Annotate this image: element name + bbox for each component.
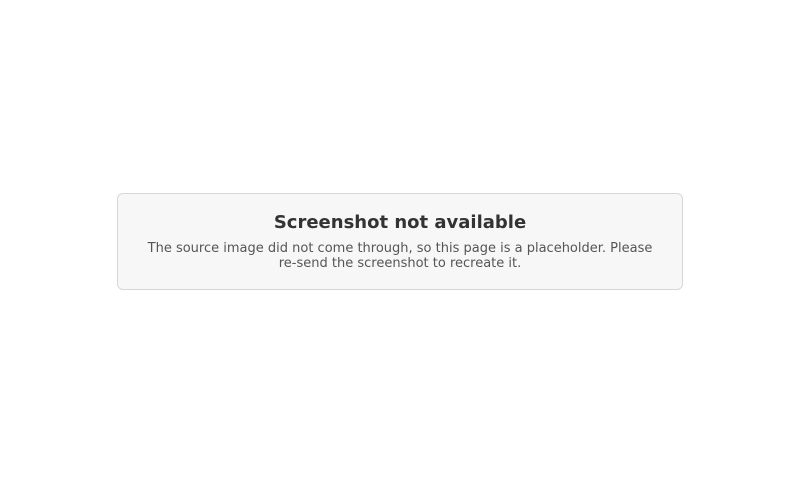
notice-title: Screenshot not available [273, 212, 527, 233]
notice-message: The source image did not come through, s… [147, 241, 653, 271]
missing-image-notice: Screenshot not available The source imag… [117, 193, 683, 290]
